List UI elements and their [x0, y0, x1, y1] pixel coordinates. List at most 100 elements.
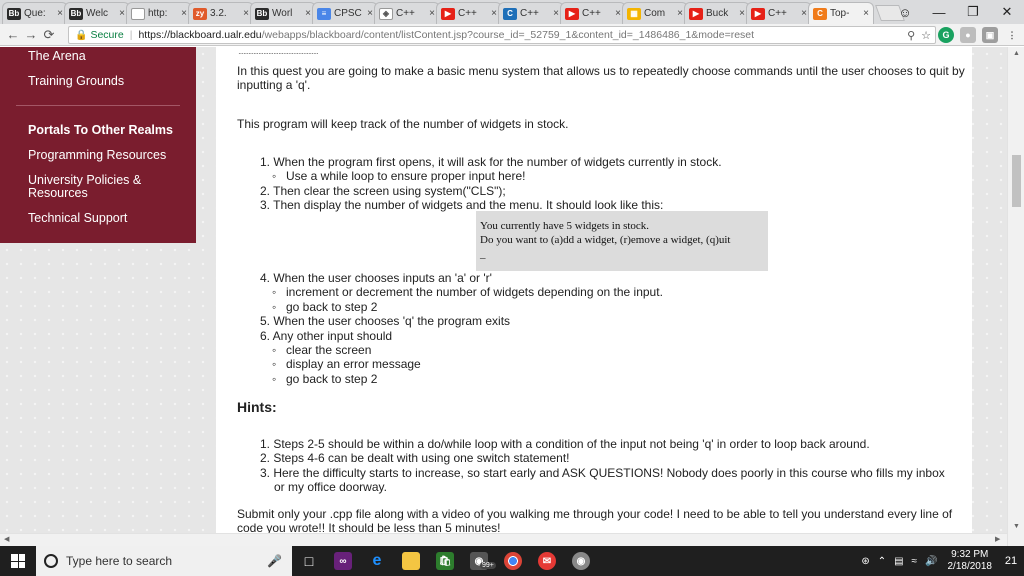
tab-close-icon[interactable]: ×	[305, 8, 311, 19]
list-item: go back to step 2	[260, 300, 663, 315]
task-view-icon[interactable]: □	[292, 546, 326, 576]
extension-g-icon[interactable]: G	[938, 27, 954, 43]
browser-tab[interactable]: C Top- ×	[808, 2, 874, 24]
tab-close-icon[interactable]: ×	[57, 8, 63, 19]
notification-count: 21	[1004, 555, 1018, 567]
sidebar-divider	[16, 105, 180, 106]
browser-tab[interactable]: http: ×	[126, 2, 192, 24]
scroll-right-arrow-icon[interactable]: ▶	[995, 535, 1000, 543]
wifi-icon[interactable]: ≈	[912, 556, 918, 567]
sidebar-item-training-grounds[interactable]: Training Grounds	[28, 75, 124, 88]
list-item: 2. Then clear the screen using system("C…	[260, 183, 506, 198]
sidebar-item-technical-support[interactable]: Technical Support	[28, 212, 127, 225]
url-path: /webapps/blackboard/content/listContent.…	[261, 29, 755, 41]
tab-label: Worl	[272, 8, 293, 19]
tab-close-icon[interactable]: ×	[615, 8, 621, 19]
close-window-button[interactable]: ✕	[990, 4, 1024, 20]
store-icon[interactable]: 🛍	[428, 546, 462, 576]
tab-close-icon[interactable]: ×	[181, 8, 187, 19]
tab-label: 3.2.	[210, 8, 227, 19]
sidebar-item-programming-resources[interactable]: Programming Resources	[28, 149, 166, 162]
browser-tab[interactable]: ▶ C++ ×	[560, 2, 626, 24]
youtube-icon: ▶	[441, 7, 455, 20]
profile-icon[interactable]: ☺	[888, 5, 922, 20]
tab-close-icon[interactable]: ×	[801, 8, 807, 19]
scrollbar-thumb[interactable]	[1012, 155, 1021, 207]
minimize-button[interactable]: —	[922, 5, 956, 20]
badge-count: 99+	[480, 562, 496, 569]
tab-close-icon[interactable]: ×	[429, 8, 435, 19]
vertical-scrollbar[interactable]: ▲ ▼	[1007, 47, 1024, 546]
browser-tab[interactable]: Bb Worl ×	[250, 2, 316, 24]
tab-close-icon[interactable]: ×	[677, 8, 683, 19]
network-icon[interactable]: ▤	[894, 556, 903, 567]
chrome-icon[interactable]	[496, 546, 530, 576]
browser-tab[interactable]: ▶ Buck ×	[684, 2, 750, 24]
action-center-icon[interactable]: 21	[998, 546, 1024, 576]
horizontal-scrollbar[interactable]: ◀ ▶	[0, 533, 1007, 546]
scroll-left-arrow-icon[interactable]: ◀	[4, 535, 9, 543]
windows-taskbar: Type here to search 🎤 □ ∞ e 🛍 ◉ 99+ ✉ ◉ …	[0, 546, 1024, 576]
tab-close-icon[interactable]: ×	[739, 8, 745, 19]
blackboard-icon: Bb	[7, 7, 21, 20]
visual-studio-icon[interactable]: ∞	[326, 546, 360, 576]
chegg-icon: C	[813, 7, 827, 20]
extension-person-icon[interactable]: ●	[960, 27, 976, 43]
tab-close-icon[interactable]: ×	[491, 8, 497, 19]
back-button[interactable]: ←	[4, 27, 22, 42]
mail-icon[interactable]: ✉	[530, 546, 564, 576]
sidebar-item-the-arena[interactable]: The Arena	[28, 50, 86, 63]
browser-tab[interactable]: zy 3.2. ×	[188, 2, 254, 24]
sidebar-item-university-policies[interactable]: University Policies & Resources	[28, 174, 158, 200]
tab-close-icon[interactable]: ×	[553, 8, 559, 19]
reload-button[interactable]: ⟳	[40, 27, 58, 43]
clock[interactable]: 9:32 PM 2/18/2018	[948, 549, 993, 573]
browser-tab[interactable]: Bb Welc ×	[64, 2, 130, 24]
microphone-icon[interactable]: 🎤	[267, 554, 282, 568]
show-hidden-icons-icon[interactable]: ⌃	[878, 556, 886, 567]
sidebar-section-title: Portals To Other Realms	[28, 123, 173, 137]
console-line: You currently have 5 widgets in stock.	[480, 220, 650, 232]
camera-app-icon[interactable]: ◉ 99+	[462, 546, 496, 576]
cortana-icon	[44, 554, 58, 568]
youtube-icon: ▶	[751, 7, 765, 20]
browser-tab[interactable]: ▦ Com ×	[622, 2, 688, 24]
bookmark-star-icon[interactable]: ☆	[921, 29, 931, 42]
lock-icon: 🔒	[75, 29, 88, 41]
taskbar-search-box[interactable]: Type here to search 🎤	[36, 546, 292, 576]
scroll-up-arrow-icon[interactable]: ▲	[1008, 50, 1024, 57]
grid-icon: ▦	[627, 7, 641, 20]
browser-tab[interactable]: ▶ C++ ×	[436, 2, 502, 24]
browser-tab[interactable]: ▶ C++ ×	[746, 2, 812, 24]
browser-tab[interactable]: Bb Que: ×	[2, 2, 68, 24]
console-cursor: _	[480, 248, 486, 260]
edge-icon[interactable]: e	[360, 546, 394, 576]
tab-label: C++	[582, 8, 601, 19]
browser-tab[interactable]: ◈ C++ ×	[374, 2, 440, 24]
tab-close-icon[interactable]: ×	[863, 8, 869, 19]
extension-screen-icon[interactable]: ▣	[982, 27, 998, 43]
volume-icon[interactable]: 🔊	[925, 556, 937, 567]
hints-list: 1. Steps 2-5 should be within a do/while…	[260, 437, 945, 495]
tab-close-icon[interactable]: ×	[243, 8, 249, 19]
tab-close-icon[interactable]: ×	[367, 8, 373, 19]
zoom-icon[interactable]: ⚲	[907, 29, 915, 42]
purpose-text: This program will keep track of the numb…	[237, 117, 569, 131]
address-bar[interactable]: 🔒 Secure | https://blackboard.ualr.edu/w…	[68, 26, 936, 44]
scroll-down-arrow-icon[interactable]: ▼	[1008, 523, 1024, 530]
browser-tab[interactable]: ≡ CPSC ×	[312, 2, 378, 24]
tab-label: Que:	[24, 8, 46, 19]
forward-button[interactable]: →	[22, 27, 40, 42]
file-explorer-icon[interactable]	[394, 546, 428, 576]
tab-close-icon[interactable]: ×	[119, 8, 125, 19]
steps-list-b: 4. When the user chooses inputs an 'a' o…	[260, 271, 663, 387]
list-item: display an error message	[260, 357, 663, 372]
page-viewport: The Arena Training Grounds Portals To Ot…	[0, 47, 1024, 546]
people-icon[interactable]: ⊛	[861, 556, 869, 567]
app-globe-icon[interactable]: ◉	[564, 546, 598, 576]
maximize-button[interactable]: ❐	[956, 4, 990, 20]
start-button[interactable]	[0, 546, 36, 576]
browser-tab[interactable]: C C++ ×	[498, 2, 564, 24]
list-item: go back to step 2	[260, 372, 663, 387]
menu-dots-icon[interactable]: ⋮	[1004, 27, 1020, 43]
